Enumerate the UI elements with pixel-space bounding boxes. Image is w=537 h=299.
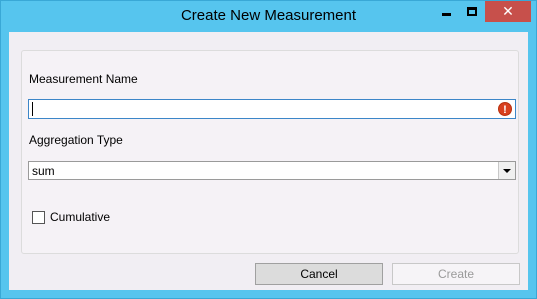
minimize-button[interactable] bbox=[433, 1, 459, 22]
chevron-down-icon bbox=[503, 168, 511, 173]
dialog-window: Create New Measurement ✕ Measurement Nam… bbox=[0, 0, 537, 299]
measurement-name-input[interactable] bbox=[28, 99, 516, 119]
maximize-icon bbox=[467, 7, 477, 16]
minimize-icon bbox=[441, 13, 451, 16]
dropdown-button[interactable] bbox=[498, 162, 515, 179]
cumulative-checkbox[interactable] bbox=[32, 211, 45, 224]
dialog-body: Measurement Name ! Aggregation Type sum … bbox=[9, 32, 528, 290]
aggregation-type-select[interactable]: sum bbox=[28, 161, 516, 180]
title-bar[interactable]: Create New Measurement ✕ bbox=[1, 1, 536, 32]
create-button[interactable]: Create bbox=[392, 263, 520, 285]
close-icon: ✕ bbox=[502, 3, 514, 19]
error-icon: ! bbox=[498, 102, 512, 116]
text-caret bbox=[32, 102, 33, 116]
aggregation-type-value: sum bbox=[32, 164, 55, 178]
cumulative-label[interactable]: Cumulative bbox=[50, 210, 110, 224]
maximize-button[interactable] bbox=[459, 1, 485, 22]
aggregation-type-label: Aggregation Type bbox=[29, 133, 123, 147]
measurement-name-label: Measurement Name bbox=[29, 72, 138, 86]
cancel-button[interactable]: Cancel bbox=[255, 263, 383, 285]
close-button[interactable]: ✕ bbox=[485, 1, 531, 22]
form-panel: Measurement Name ! Aggregation Type sum … bbox=[21, 50, 519, 254]
